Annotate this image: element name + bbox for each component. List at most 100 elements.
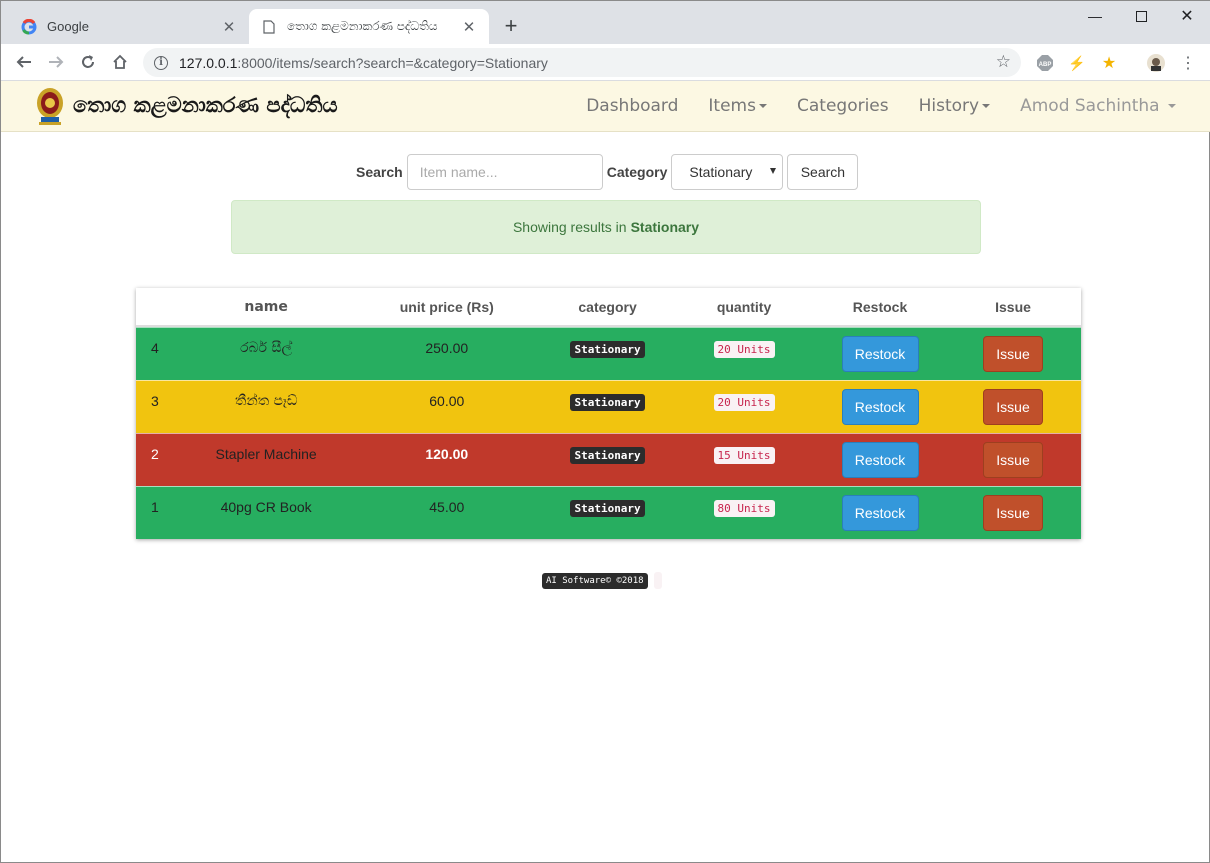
nav-menu: Dashboard Items Categories History Amod … [556, 81, 1176, 131]
header-name: name [244, 298, 288, 315]
tab-active[interactable]: තොග කළමනාකරණ පද්ධතිය ✕ [249, 9, 489, 44]
menu-dots-icon[interactable]: ⋮ [1178, 53, 1198, 73]
close-icon[interactable]: ✕ [459, 17, 479, 37]
tab-title: Google [47, 19, 89, 34]
category-badge: Stationary [570, 394, 645, 411]
adblock-icon[interactable]: ABP [1035, 53, 1055, 73]
table-row: 3 තීන්ත පෑඩ් 60.00 Stationary 20 Units R… [136, 380, 1081, 433]
row-quantity: 20 Units [673, 381, 815, 411]
brand-title: තොග කළමනාකරණ පද්ධතිය [73, 92, 338, 117]
row-id: 4 [151, 340, 159, 356]
search-button[interactable]: Search [787, 154, 859, 190]
url-text: 127.0.0.1:8000/items/search?search=&cate… [179, 54, 548, 71]
restock-button[interactable]: Restock [841, 495, 919, 531]
star-extension-icon[interactable]: ★ [1099, 53, 1119, 73]
row-price: 60.00 [429, 393, 465, 409]
items-table: name unit price (Rs) category quantity R… [136, 288, 1081, 539]
row-issue: Issue [945, 487, 1081, 531]
back-icon[interactable] [12, 50, 36, 74]
category-badge: Stationary [570, 447, 645, 464]
maximize-icon[interactable] [1118, 1, 1164, 31]
row-name: Stapler Machine [215, 446, 317, 462]
avatar[interactable] [1146, 53, 1166, 73]
row-price: 120.00 [425, 446, 469, 462]
close-icon[interactable]: ✕ [219, 17, 239, 37]
issue-button[interactable]: Issue [983, 495, 1044, 531]
category-badge: Stationary [570, 341, 645, 358]
issue-button[interactable]: Issue [983, 442, 1044, 478]
table-row: 4 රබර් සීල් 250.00 Stationary 20 Units R… [136, 327, 1081, 380]
search-form: Search Category Stationary Search [356, 154, 859, 190]
row-restock: Restock [815, 434, 945, 478]
bookmark-star-icon[interactable]: ☆ [996, 53, 1011, 71]
row-issue: Issue [945, 434, 1081, 478]
nav-user-dropdown[interactable]: Amod Sachintha [1020, 96, 1176, 116]
category-label: Category [606, 164, 668, 180]
nav-items-dropdown[interactable]: Items [708, 96, 767, 116]
tab-google[interactable]: Google ✕ [9, 9, 249, 44]
window-close-icon[interactable]: ✕ [1164, 1, 1210, 31]
row-issue: Issue [945, 381, 1081, 425]
footer: AI Software© ©2018 [542, 572, 662, 589]
quantity-badge: 20 Units [713, 394, 775, 411]
home-icon[interactable] [108, 50, 132, 74]
row-category: Stationary [542, 434, 673, 464]
row-category: Stationary [542, 487, 673, 517]
header-category: category [578, 298, 637, 315]
caret-down-icon [982, 104, 991, 108]
row-category: Stationary [542, 328, 673, 358]
row-quantity: 15 Units [673, 434, 815, 464]
quantity-badge: 15 Units [713, 447, 775, 464]
google-icon [21, 18, 37, 35]
address-bar[interactable]: i 127.0.0.1:8000/items/search?search=&ca… [143, 48, 1021, 77]
restock-button[interactable]: Restock [841, 336, 919, 372]
header-quantity: quantity [716, 298, 772, 315]
page-icon [261, 19, 277, 35]
info-icon[interactable]: i [154, 55, 168, 70]
bolt-icon[interactable]: ⚡ [1067, 53, 1087, 73]
row-name: රබර් සීල් [240, 340, 293, 356]
header-issue: Issue [995, 298, 1031, 315]
row-name: තීන්ත පෑඩ් [234, 393, 298, 409]
emblem-logo [35, 85, 65, 125]
alert-category: Stationary [630, 219, 700, 235]
header-restock: Restock [852, 298, 908, 315]
search-input[interactable] [406, 154, 603, 190]
caret-down-icon [758, 104, 767, 108]
category-select[interactable]: Stationary [671, 154, 784, 190]
alert-text: Showing results in [512, 219, 627, 235]
row-price: 45.00 [429, 499, 465, 515]
row-restock: Restock [815, 487, 945, 531]
table-header: name unit price (Rs) category quantity R… [136, 288, 1081, 327]
browser-toolbar: i 127.0.0.1:8000/items/search?search=&ca… [1, 44, 1210, 81]
brand[interactable]: තොග කළමනාකරණ පද්ධතිය [35, 85, 338, 125]
browser-tabstrip: Google ✕ තොග කළමනාකරණ පද්ධතිය ✕ + — ✕ [1, 1, 1210, 44]
search-label: Search [356, 164, 403, 180]
header-price: unit price (Rs) [399, 298, 494, 315]
results-alert: Showing results in Stationary [231, 200, 981, 254]
reload-icon[interactable] [76, 50, 100, 74]
nav-dashboard[interactable]: Dashboard [586, 96, 678, 116]
restock-button[interactable]: Restock [841, 442, 919, 478]
restock-button[interactable]: Restock [841, 389, 919, 425]
forward-icon[interactable] [44, 50, 68, 74]
row-quantity: 80 Units [673, 487, 815, 517]
table-row: 1 40pg CR Book 45.00 Stationary 80 Units… [136, 486, 1081, 539]
quantity-badge: 80 Units [713, 500, 775, 517]
app-navbar: තොග කළමනාකරණ පද්ධතිය Dashboard Items Cat… [1, 81, 1210, 132]
issue-button[interactable]: Issue [983, 389, 1044, 425]
nav-history-dropdown[interactable]: History [919, 96, 991, 116]
row-id: 3 [151, 393, 159, 409]
row-price: 250.00 [425, 340, 469, 356]
row-name: 40pg CR Book [220, 499, 312, 515]
nav-categories[interactable]: Categories [797, 96, 889, 116]
row-issue: Issue [945, 328, 1081, 372]
issue-button[interactable]: Issue [983, 336, 1044, 372]
row-category: Stationary [542, 381, 673, 411]
row-quantity: 20 Units [673, 328, 815, 358]
row-id: 1 [151, 499, 159, 515]
table-row: 2 Stapler Machine 120.00 Stationary 15 U… [136, 433, 1081, 486]
new-tab-icon[interactable]: + [499, 15, 523, 39]
footer-empty-badge [653, 572, 662, 589]
minimize-icon[interactable]: — [1072, 1, 1118, 31]
